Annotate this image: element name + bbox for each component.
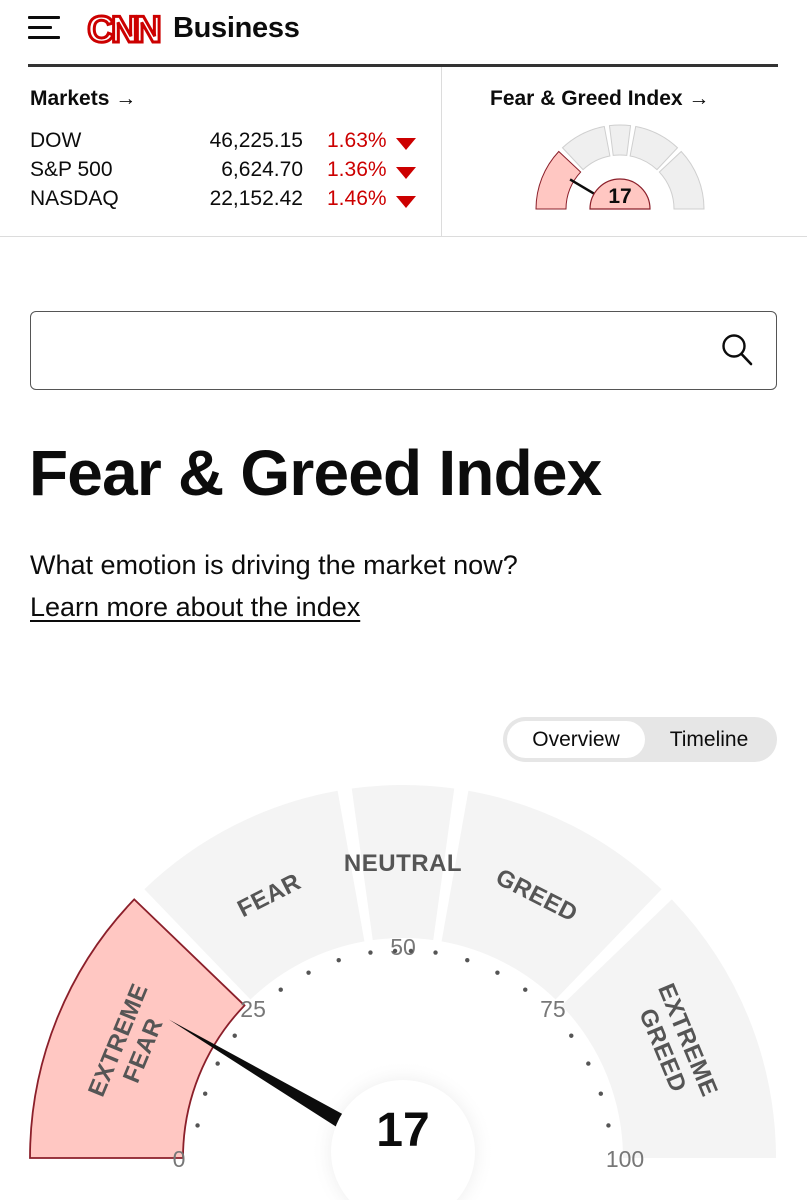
- search-box[interactable]: [30, 311, 777, 390]
- gauge-tick-dot: [195, 1123, 200, 1128]
- down-triangle-icon: [396, 196, 416, 208]
- gauge-tick-label: 50: [390, 934, 416, 960]
- arrow-right-icon: →: [688, 87, 710, 110]
- gauge-tick-label: 25: [240, 996, 266, 1022]
- market-name: S&P 500: [30, 158, 113, 181]
- market-value: 22,152.42: [209, 187, 303, 210]
- gauge-tick-dot: [232, 1033, 237, 1038]
- gauge-tick-dot: [408, 948, 414, 954]
- down-triangle-icon: [396, 138, 416, 150]
- mini-gauge-segment: [608, 124, 632, 156]
- gauge-tick-dot: [433, 950, 438, 955]
- section-label[interactable]: Business: [173, 12, 300, 45]
- market-value: 46,225.15: [209, 129, 303, 152]
- search-input[interactable]: [45, 322, 705, 378]
- markets-panel: Markets → DOW 46,225.15 1.63% S&P 500 6,624.…: [0, 67, 441, 237]
- gauge-tick-label: 100: [606, 1146, 644, 1172]
- gauge-tick-label: 75: [540, 996, 566, 1022]
- gauge-tick-dot: [569, 1033, 574, 1038]
- top-bar: CNN Business: [0, 0, 807, 60]
- gauge-tick-dot: [392, 948, 398, 954]
- gauge-tick-dot: [202, 1091, 208, 1096]
- market-name: DOW: [30, 129, 82, 152]
- gauge-label-neutral: NEUTRAL: [344, 850, 462, 877]
- gauge-tick-dot: [598, 1091, 604, 1096]
- page-title: Fear & Greed Index: [29, 437, 602, 509]
- gauge-tick-dot: [215, 1061, 220, 1066]
- gauge-tick-label: 0: [173, 1146, 186, 1172]
- mini-gauge-value: 17: [608, 185, 631, 208]
- market-row[interactable]: S&P 500 6,624.70 1.36%: [30, 158, 430, 186]
- menu-icon[interactable]: [28, 14, 60, 40]
- market-change: 1.63%: [327, 129, 387, 152]
- fear-greed-mini-panel[interactable]: Fear & Greed Index → 17: [442, 67, 807, 237]
- fear-greed-gauge: EXTREMEFEARFEARNEUTRALGREEDEXTREMEGREED0…: [29, 785, 776, 1200]
- gauge-tick-dot: [586, 1061, 591, 1066]
- gauge-tick-dot: [306, 970, 311, 975]
- mini-gauge: 17: [535, 124, 705, 210]
- strip-bottom-rule: [0, 236, 807, 237]
- gauge-tick-dot: [495, 970, 500, 975]
- learn-more-link[interactable]: Learn more about the index: [30, 592, 360, 623]
- gauge-tick-dot: [523, 987, 528, 992]
- cnn-logo[interactable]: CNN: [80, 8, 166, 50]
- market-change: 1.36%: [327, 158, 387, 181]
- gauge-value: 17: [376, 1104, 429, 1157]
- svg-text:CNN: CNN: [87, 9, 159, 50]
- tab-overview[interactable]: Overview: [507, 721, 645, 758]
- market-name: NASDAQ: [30, 187, 119, 210]
- market-value: 6,624.70: [221, 158, 303, 181]
- gauge-tick-dot: [336, 957, 341, 963]
- markets-link[interactable]: Markets →: [30, 87, 136, 111]
- search-icon[interactable]: [720, 332, 754, 368]
- gauge-tick-dot: [465, 957, 470, 963]
- page-subtitle: What emotion is driving the market now?: [30, 550, 518, 580]
- gauge-tick-dot: [368, 950, 373, 955]
- market-change: 1.46%: [327, 187, 387, 210]
- view-toggle: Overview Timeline: [503, 717, 777, 762]
- market-row[interactable]: DOW 46,225.15 1.63%: [30, 129, 430, 157]
- arrow-right-icon: →: [115, 87, 137, 110]
- tab-timeline[interactable]: Timeline: [645, 721, 773, 758]
- gauge-tick-dot: [606, 1123, 611, 1128]
- market-row[interactable]: NASDAQ 22,152.42 1.46%: [30, 187, 430, 215]
- gauge-tick-dot: [278, 987, 283, 992]
- down-triangle-icon: [396, 167, 416, 179]
- fear-greed-link[interactable]: Fear & Greed Index →: [490, 87, 709, 111]
